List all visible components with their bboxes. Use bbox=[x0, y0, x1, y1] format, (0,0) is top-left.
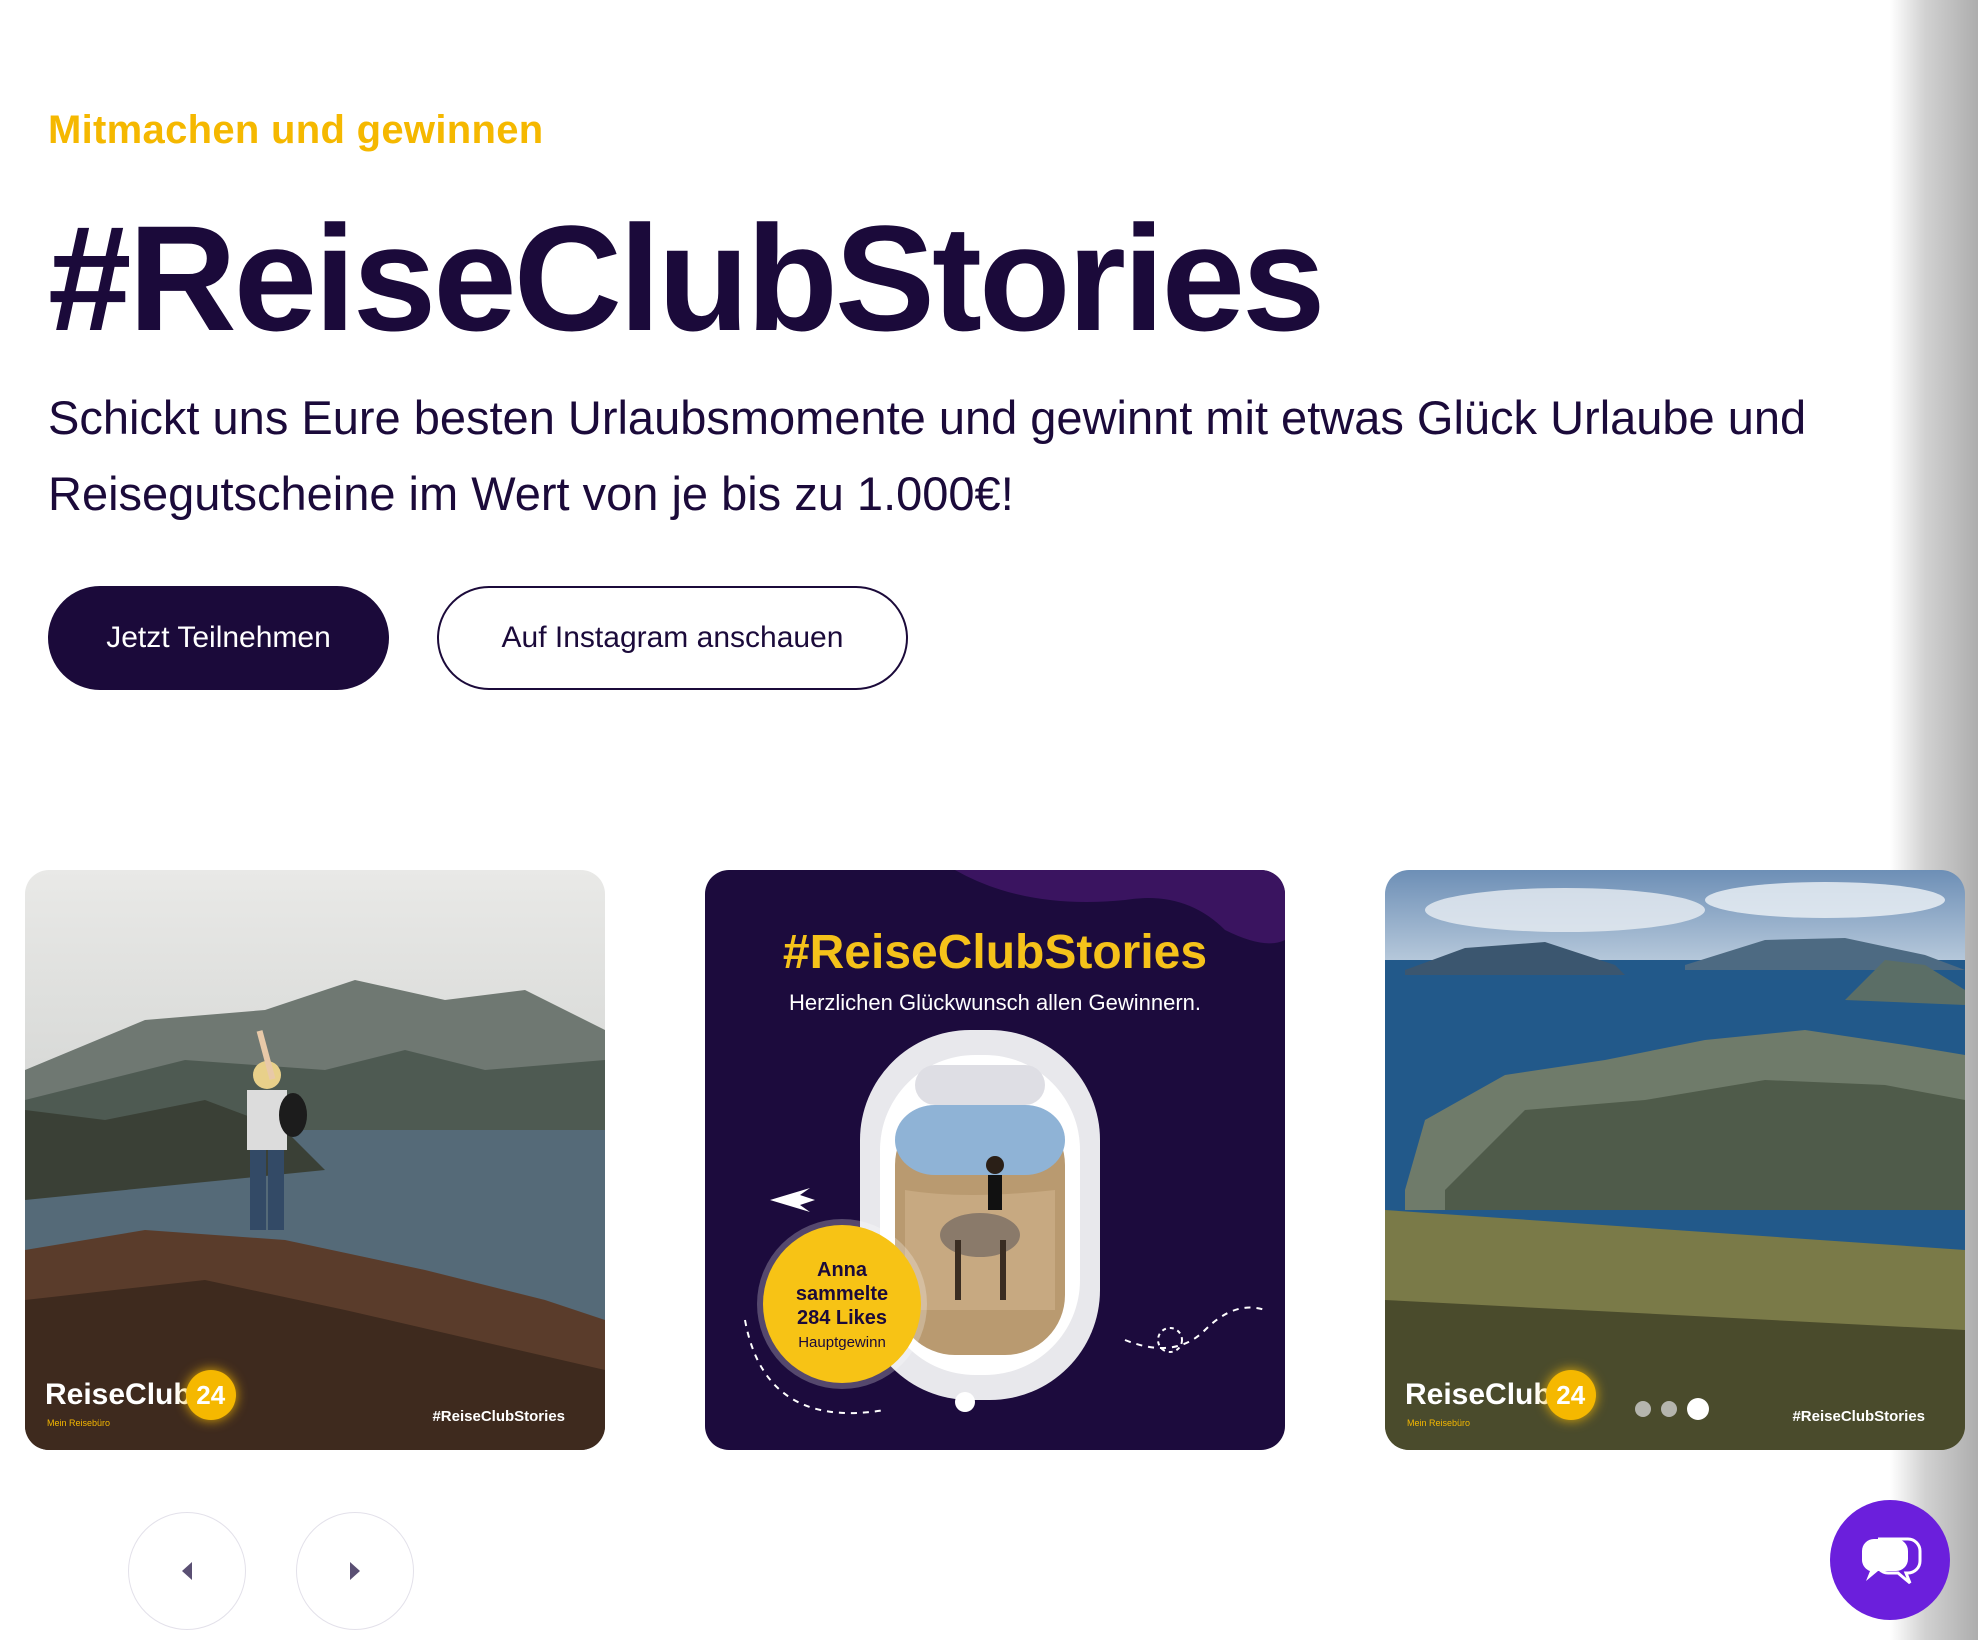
winner-line-2: 284 Likes bbox=[796, 1306, 888, 1329]
winner-label: Hauptgewinn bbox=[798, 1333, 886, 1351]
slide-2-subtitle: Herzlichen Glückwunsch allen Gewinnern. bbox=[788, 990, 1202, 1015]
slide-dot[interactable] bbox=[1661, 1401, 1677, 1417]
carousel-slide-1[interactable]: ReiseClub 24 Mein Reisebüro #ReiseClubSt… bbox=[25, 870, 605, 1450]
chevron-left-icon bbox=[182, 1562, 192, 1580]
winner-name: Anna bbox=[817, 1258, 867, 1281]
slide-dot-active[interactable] bbox=[1687, 1398, 1709, 1420]
logo-badge: 24 bbox=[185, 1370, 236, 1420]
carousel-prev-button[interactable] bbox=[128, 1512, 246, 1630]
chevron-right-icon bbox=[350, 1562, 360, 1580]
slide-dots bbox=[1635, 1398, 1709, 1420]
instagram-button[interactable]: Auf Instagram anschauen bbox=[437, 586, 908, 690]
slide-2-title: #ReiseClubStories bbox=[782, 926, 1208, 979]
carousel-slide-2[interactable]: #ReiseClubStories Herzlichen Glückwunsch… bbox=[705, 870, 1285, 1450]
slide-3-photo bbox=[1385, 870, 1965, 1450]
slide-1-photo bbox=[25, 870, 605, 1450]
carousel-next-button[interactable] bbox=[296, 1512, 414, 1630]
reiseclub-logo: ReiseClub 24 bbox=[1405, 1370, 1596, 1420]
carousel-slide-3[interactable]: ReiseClub 24 Mein Reisebüro #ReiseClubSt… bbox=[1385, 870, 1965, 1450]
chat-button[interactable] bbox=[1830, 1500, 1950, 1620]
logo-tagline: Mein Reisebüro bbox=[47, 1418, 111, 1428]
slide-hashtag: #ReiseClubStories bbox=[1792, 1408, 1925, 1425]
slide-dot[interactable] bbox=[1635, 1401, 1651, 1417]
participate-button[interactable]: Jetzt Teilnehmen bbox=[48, 586, 389, 690]
logo-tagline: Mein Reisebüro bbox=[1407, 1418, 1471, 1428]
winner-badge: Anna sammelte 284 Likes Hauptgewinn bbox=[763, 1225, 921, 1383]
chat-bubbles-icon bbox=[1861, 1537, 1922, 1585]
winner-line-1: sammelte bbox=[795, 1282, 889, 1305]
slide-hashtag: #ReiseClubStories bbox=[432, 1408, 565, 1425]
hero-eyebrow: Mitmachen und gewinnen bbox=[48, 108, 544, 152]
reiseclub-logo: ReiseClub 24 bbox=[45, 1370, 236, 1420]
page-title: #ReiseClubStories bbox=[48, 194, 1325, 362]
logo-badge: 24 bbox=[1545, 1370, 1596, 1420]
hero-description: Schickt uns Eure besten Urlaubsmomente u… bbox=[48, 391, 1807, 520]
